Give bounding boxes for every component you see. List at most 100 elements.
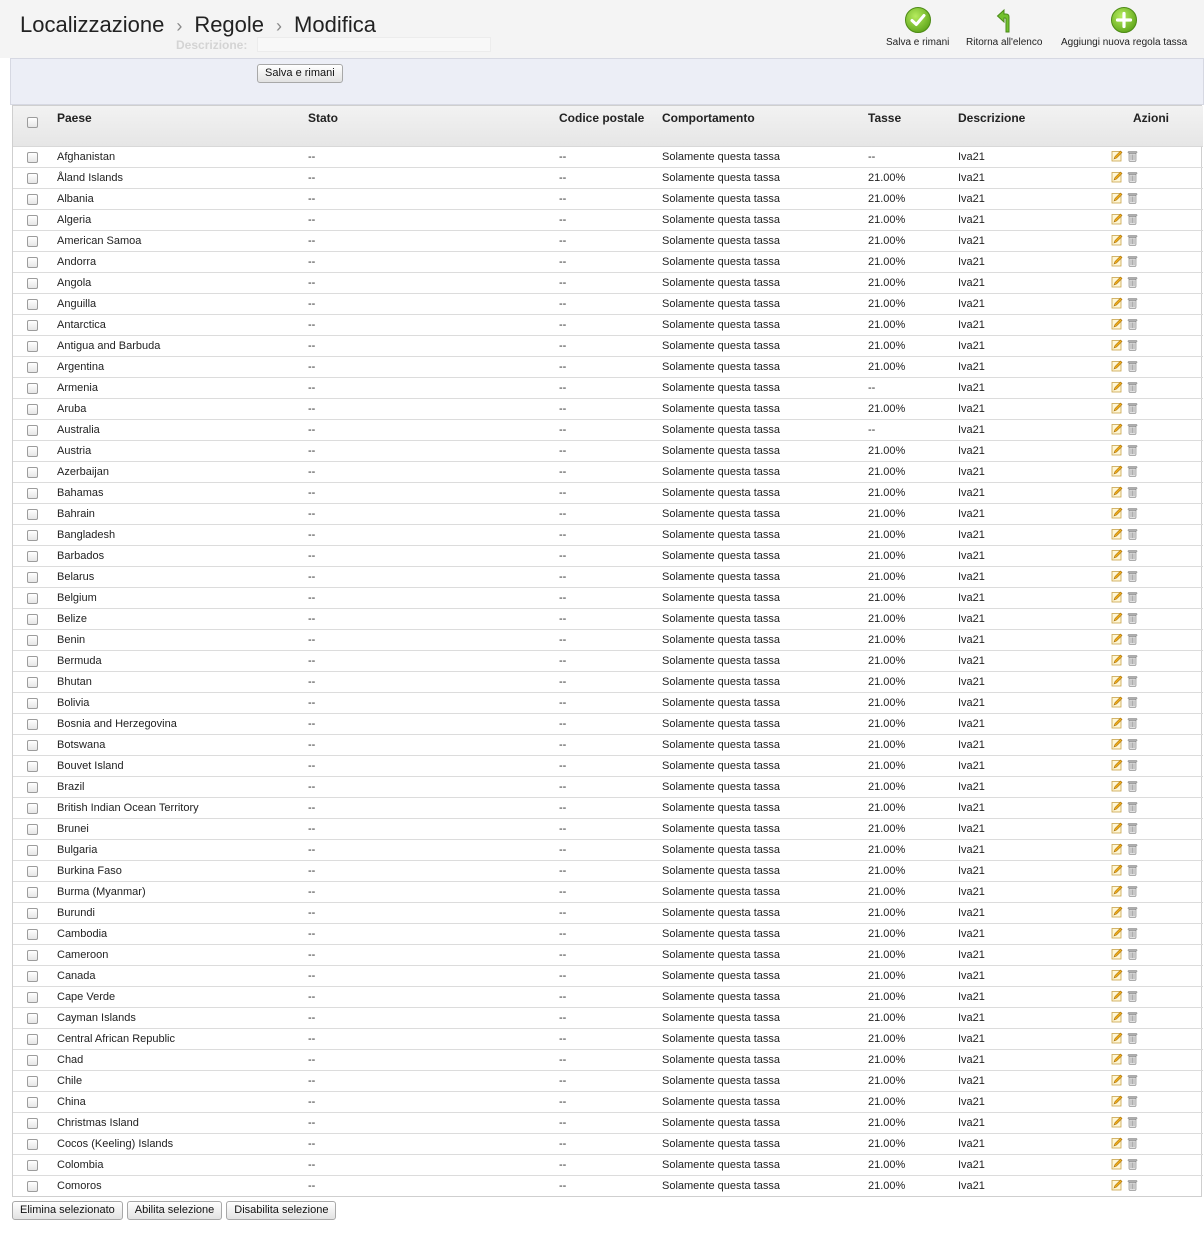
edit-icon[interactable]	[1111, 780, 1123, 795]
edit-icon[interactable]	[1111, 1137, 1123, 1152]
table-row[interactable]: American Samoa -- -- Solamente questa tassa…	[13, 230, 1203, 252]
delete-icon[interactable]	[1127, 528, 1138, 543]
table-row[interactable]: Algeria -- -- Solamente questa tassa 21.00% I…	[13, 209, 1203, 231]
row-checkbox[interactable]	[27, 634, 38, 646]
delete-icon[interactable]	[1127, 1011, 1138, 1026]
table-row[interactable]: China -- -- Solamente questa tassa 21.00% Iva…	[13, 1091, 1203, 1113]
table-row[interactable]: Angola -- -- Solamente questa tassa 21.00% Iv…	[13, 272, 1203, 294]
table-row[interactable]: Central African Republic -- -- Solamente qu…	[13, 1028, 1203, 1050]
row-checkbox[interactable]	[27, 739, 38, 751]
table-row[interactable]: Bulgaria -- -- Solamente questa tassa 21.00%…	[13, 839, 1203, 861]
edit-icon[interactable]	[1111, 528, 1123, 543]
row-checkbox[interactable]	[27, 1054, 38, 1066]
edit-icon[interactable]	[1111, 1074, 1123, 1089]
edit-icon[interactable]	[1111, 843, 1123, 858]
delete-icon[interactable]	[1127, 381, 1138, 396]
table-row[interactable]: Albania -- -- Solamente questa tassa 21.00% I…	[13, 188, 1203, 210]
row-checkbox[interactable]	[27, 466, 38, 478]
table-row[interactable]: Argentina -- -- Solamente questa tassa 21.00…	[13, 356, 1203, 378]
row-checkbox[interactable]	[27, 529, 38, 541]
row-checkbox[interactable]	[27, 697, 38, 709]
edit-icon[interactable]	[1111, 381, 1123, 396]
delete-icon[interactable]	[1127, 717, 1138, 732]
edit-icon[interactable]	[1111, 885, 1123, 900]
edit-icon[interactable]	[1111, 570, 1123, 585]
edit-icon[interactable]	[1111, 990, 1123, 1005]
edit-icon[interactable]	[1111, 402, 1123, 417]
table-row[interactable]: Bermuda -- -- Solamente questa tassa 21.00% I…	[13, 650, 1203, 672]
table-row[interactable]: Bouvet Island -- -- Solamente questa tassa 2…	[13, 755, 1203, 777]
row-checkbox[interactable]	[27, 340, 38, 352]
delete-icon[interactable]	[1127, 633, 1138, 648]
table-row[interactable]: Chad -- -- Solamente questa tassa 21.00% Iva2…	[13, 1049, 1203, 1071]
edit-icon[interactable]	[1111, 276, 1123, 291]
delete-icon[interactable]	[1127, 318, 1138, 333]
edit-icon[interactable]	[1111, 696, 1123, 711]
row-checkbox[interactable]	[27, 214, 38, 226]
delete-icon[interactable]	[1127, 213, 1138, 228]
row-checkbox[interactable]	[27, 319, 38, 331]
table-row[interactable]: Colombia -- -- Solamente questa tassa 21.00%…	[13, 1154, 1203, 1176]
table-row[interactable]: Bolivia -- -- Solamente questa tassa 21.00% I…	[13, 692, 1203, 714]
row-checkbox[interactable]	[27, 1096, 38, 1108]
row-checkbox[interactable]	[27, 1075, 38, 1087]
delete-icon[interactable]	[1127, 1095, 1138, 1110]
delete-icon[interactable]	[1127, 297, 1138, 312]
table-row[interactable]: Bangladesh -- -- Solamente questa tassa 21.0…	[13, 524, 1203, 546]
delete-icon[interactable]	[1127, 171, 1138, 186]
column-behavior[interactable]: Comportamento	[662, 106, 868, 147]
row-checkbox[interactable]	[27, 970, 38, 982]
table-row[interactable]: Bahamas -- -- Solamente questa tassa 21.00% I…	[13, 482, 1203, 504]
row-checkbox[interactable]	[27, 802, 38, 814]
row-checkbox[interactable]	[27, 172, 38, 184]
row-checkbox[interactable]	[27, 781, 38, 793]
table-row[interactable]: Åland Islands -- -- Solamente questa tassa 2…	[13, 167, 1203, 189]
delete-icon[interactable]	[1127, 1158, 1138, 1173]
edit-icon[interactable]	[1111, 465, 1123, 480]
edit-icon[interactable]	[1111, 339, 1123, 354]
edit-icon[interactable]	[1111, 1032, 1123, 1047]
table-row[interactable]: Bosnia and Herzegovina -- -- Solamente ques…	[13, 713, 1203, 735]
edit-icon[interactable]	[1111, 717, 1123, 732]
edit-icon[interactable]	[1111, 654, 1123, 669]
delete-icon[interactable]	[1127, 339, 1138, 354]
table-row[interactable]: Belgium -- -- Solamente questa tassa 21.00% I…	[13, 587, 1203, 609]
edit-icon[interactable]	[1111, 507, 1123, 522]
delete-icon[interactable]	[1127, 675, 1138, 690]
save-and-stay-toolbar-button[interactable]: Salva e rimani	[886, 6, 949, 48]
disable-selection-button[interactable]: Disabilita selezione	[226, 1201, 337, 1220]
delete-icon[interactable]	[1127, 255, 1138, 270]
column-description[interactable]: Descrizione	[958, 106, 1097, 147]
edit-icon[interactable]	[1111, 444, 1123, 459]
table-row[interactable]: Australia -- -- Solamente questa tassa -- Iva…	[13, 419, 1203, 441]
table-row[interactable]: Burma (Myanmar) -- -- Solamente questa tass…	[13, 881, 1203, 903]
table-row[interactable]: Brazil -- -- Solamente questa tassa 21.00% Iv…	[13, 776, 1203, 798]
delete-icon[interactable]	[1127, 507, 1138, 522]
edit-icon[interactable]	[1111, 906, 1123, 921]
row-checkbox[interactable]	[27, 613, 38, 625]
edit-icon[interactable]	[1111, 297, 1123, 312]
delete-icon[interactable]	[1127, 759, 1138, 774]
delete-icon[interactable]	[1127, 885, 1138, 900]
delete-icon[interactable]	[1127, 654, 1138, 669]
edit-icon[interactable]	[1111, 948, 1123, 963]
delete-icon[interactable]	[1127, 780, 1138, 795]
table-row[interactable]: Cape Verde -- -- Solamente questa tassa 21.0…	[13, 986, 1203, 1008]
delete-icon[interactable]	[1127, 696, 1138, 711]
row-checkbox[interactable]	[27, 991, 38, 1003]
table-row[interactable]: Cayman Islands -- -- Solamente questa tassa…	[13, 1007, 1203, 1029]
delete-icon[interactable]	[1127, 864, 1138, 879]
table-row[interactable]: Belize -- -- Solamente questa tassa 21.00% Iv…	[13, 608, 1203, 630]
row-checkbox[interactable]	[27, 487, 38, 499]
edit-icon[interactable]	[1111, 423, 1123, 438]
row-checkbox[interactable]	[27, 1012, 38, 1024]
delete-icon[interactable]	[1127, 1116, 1138, 1131]
edit-icon[interactable]	[1111, 255, 1123, 270]
delete-icon[interactable]	[1127, 612, 1138, 627]
delete-icon[interactable]	[1127, 423, 1138, 438]
row-checkbox[interactable]	[27, 403, 38, 415]
row-checkbox[interactable]	[27, 277, 38, 289]
table-row[interactable]: Andorra -- -- Solamente questa tassa 21.00% I…	[13, 251, 1203, 273]
table-row[interactable]: Comoros -- -- Solamente questa tassa 21.00% I…	[13, 1176, 1203, 1197]
row-checkbox[interactable]	[27, 193, 38, 205]
